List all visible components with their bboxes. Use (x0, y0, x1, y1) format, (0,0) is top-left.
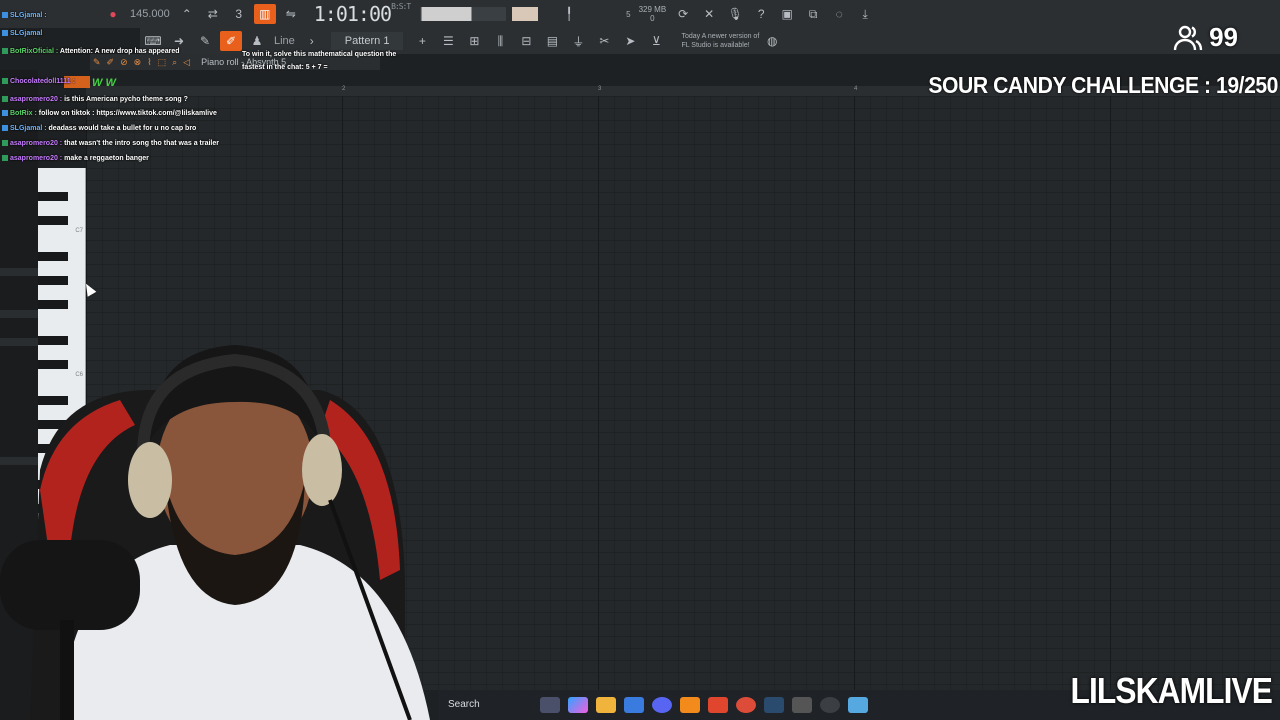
slice-tool-icon[interactable]: ⌇ (147, 57, 151, 68)
download-icon[interactable]: ⤓ (854, 4, 876, 24)
playback-tool-icon[interactable]: ◁ (183, 57, 190, 68)
pencil-tool-icon[interactable]: ✎ (93, 57, 101, 68)
copilot-icon[interactable] (540, 697, 560, 713)
chat-message: SLGjamal (2, 30, 42, 37)
loop-icon[interactable]: ⇄ (202, 4, 224, 24)
cart-icon[interactable]: ⊻ (645, 31, 667, 51)
challenge-counter: SOUR CANDY CHALLENGE : 19/250 (928, 72, 1278, 98)
key-label-c7: C7 (75, 228, 83, 234)
chat-message: Chocolatedoll1111 : (2, 78, 75, 85)
viewers-icon (1173, 25, 1203, 50)
record-icon[interactable]: ● (102, 4, 124, 24)
paint-tool-icon[interactable]: ✐ (107, 57, 115, 68)
line-mode[interactable]: Line (274, 35, 295, 47)
playlist-icon[interactable]: ☰ (437, 31, 459, 51)
chat-message: asapromero20 : is this American pycho th… (2, 96, 188, 103)
viewer-count: 99 (1173, 22, 1238, 53)
zoom-tool-icon[interactable]: ⌕ (172, 57, 177, 68)
chat-message-continued: To win it, solve this mathematical quest… (242, 51, 397, 71)
select-tool-icon[interactable]: ⬚ (158, 57, 167, 68)
chrome-icon[interactable] (736, 697, 756, 713)
bar-number: 2 (342, 86, 346, 92)
master-volume-meter (420, 7, 507, 21)
step-icon[interactable]: 3 (228, 4, 250, 24)
chat-message: asapromero20 : make a reggaeton banger (2, 155, 149, 162)
mute-tool-icon[interactable]: ⊗ (134, 57, 142, 68)
chat-icon[interactable]: ◌ (828, 4, 850, 24)
cpu-meter: 5 (626, 9, 631, 19)
store-icon[interactable] (624, 697, 644, 713)
browser-row[interactable] (0, 268, 38, 276)
4k-icon[interactable] (820, 697, 840, 713)
notepad-icon[interactable] (848, 697, 868, 713)
globe-icon[interactable]: ◍ (761, 31, 783, 51)
brush-icon[interactable]: ✐ (220, 31, 242, 51)
channel-name: LILSKAMLIVE (1070, 670, 1272, 711)
discord-icon[interactable] (652, 697, 672, 713)
help-icon[interactable]: ? (750, 4, 772, 24)
pencil-icon[interactable]: ✎ (194, 31, 216, 51)
add-pattern-icon[interactable]: + (411, 31, 433, 51)
chat-message: BotRixOficial : Attention: A new drop ha… (2, 48, 180, 55)
pitch-knob-icon[interactable]: ╿ (558, 4, 580, 24)
metronome-icon[interactable]: ⌃ (176, 4, 198, 24)
wait-icon[interactable]: ⇋ (280, 4, 302, 24)
plug-icon[interactable]: ⏚ (567, 31, 589, 51)
app-icon[interactable] (792, 697, 812, 713)
fl-studio-icon[interactable] (680, 697, 700, 713)
close-icon[interactable]: ✕ (698, 4, 720, 24)
taskbar-search[interactable]: Search (444, 695, 536, 715)
browser-icon[interactable]: ⊟ (515, 31, 537, 51)
save-icon[interactable]: ▣ (776, 4, 798, 24)
mixer-icon[interactable]: ⫼ (489, 31, 511, 51)
mic-icon[interactable]: 🎙 (724, 4, 746, 24)
tools-icon[interactable]: ✂ (593, 31, 615, 51)
memory-meter: 329 MB 0 (638, 5, 667, 23)
news-panel[interactable]: Today A newer version of FL Studio is ava… (681, 32, 759, 50)
file-icon[interactable]: ▤ (541, 31, 563, 51)
bar-number: 3 (598, 86, 602, 92)
tempo-display[interactable]: 145.000 (130, 8, 170, 20)
chat-message: SLGjamal : (2, 12, 47, 19)
refresh-icon[interactable]: ⟳ (672, 4, 694, 24)
delete-tool-icon[interactable]: ⊘ (120, 57, 128, 68)
brave-icon[interactable] (708, 697, 728, 713)
chat-message: BotRix : follow on tiktok : https://www.… (2, 110, 217, 117)
streamer-figure (0, 345, 430, 720)
chat-message: asapromero20 : that wasn't the intro son… (2, 140, 219, 147)
files-icon[interactable] (596, 697, 616, 713)
plugin-icon[interactable]: ⧉ (802, 4, 824, 24)
snap-icon[interactable]: ▥ (253, 4, 276, 24)
bar-number: 4 (854, 86, 858, 92)
steam-icon[interactable] (764, 697, 784, 713)
send-icon[interactable]: ➤ (619, 31, 641, 51)
webcam-feed (0, 330, 440, 720)
chat-message: SLGjamal : deadass would take a bullet f… (2, 125, 196, 132)
channel-rack-icon[interactable]: ⊞ (463, 31, 485, 51)
browser-row[interactable] (0, 310, 38, 318)
song-time: 1:01:00B:S:T (313, 2, 411, 26)
chat-emotes: W W (92, 77, 116, 89)
stream-frame: ● 145.000 ⌃ ⇄ 3 ▥ ⇋ 1:01:00B:S:T ╿ 5 329… (0, 0, 1280, 720)
copilot-app-icon[interactable] (568, 697, 588, 713)
oscilloscope (512, 7, 539, 21)
fl-toolbar: ● 145.000 ⌃ ⇄ 3 ▥ ⇋ 1:01:00B:S:T ╿ 5 329… (0, 0, 1280, 28)
